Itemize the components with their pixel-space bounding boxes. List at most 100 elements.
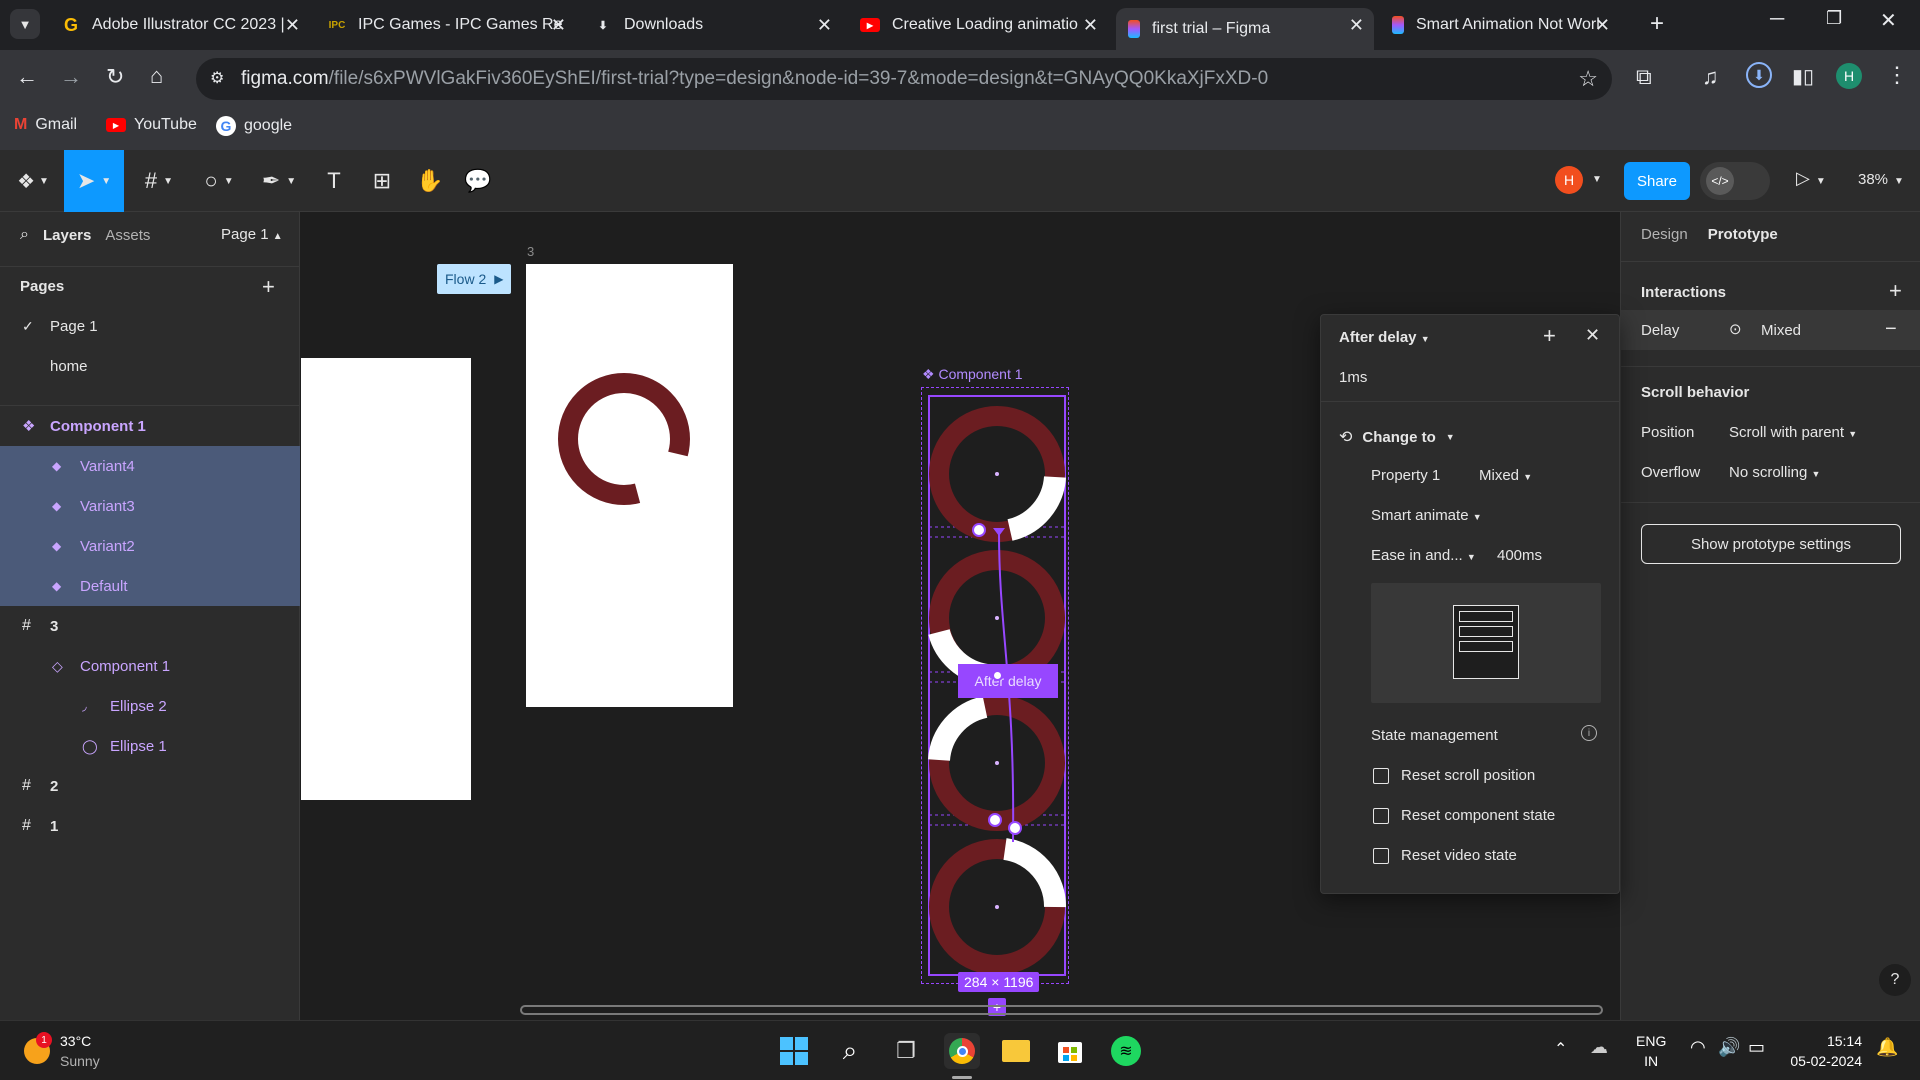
new-tab-button[interactable]: +: [1650, 10, 1664, 38]
info-icon[interactable]: i: [1581, 725, 1597, 741]
tab-search-button[interactable]: ▼: [10, 9, 40, 39]
profile-avatar[interactable]: H: [1836, 63, 1862, 89]
property-select[interactable]: Mixed ▼: [1479, 467, 1532, 484]
tray-overflow-icon[interactable]: ⌃: [1554, 1039, 1567, 1059]
browser-tab[interactable]: IPC IPC Games - IPC Games Re ✕: [316, 8, 576, 42]
volume-icon[interactable]: 🔊: [1718, 1037, 1740, 1058]
add-interaction-icon[interactable]: +: [1889, 278, 1902, 304]
microsoft-store-icon[interactable]: [1052, 1033, 1088, 1069]
layer-ellipse[interactable]: ◞ Ellipse 2: [0, 686, 300, 726]
resources-tool-button[interactable]: ⊞: [362, 150, 402, 212]
tab-layers[interactable]: Layers: [43, 227, 91, 244]
site-info-icon[interactable]: ⚙: [210, 68, 224, 88]
add-page-icon[interactable]: +: [262, 274, 275, 300]
action-select[interactable]: ⟲ Change to ▼: [1339, 427, 1455, 447]
frame-2[interactable]: [301, 358, 471, 800]
media-controls-icon[interactable]: ♫: [1702, 64, 1719, 90]
checkbox[interactable]: [1373, 807, 1389, 824]
zoom-select[interactable]: 38% ▼: [1858, 171, 1904, 188]
tab-design[interactable]: Design: [1641, 226, 1688, 243]
move-tool-button[interactable]: ➤ ▼: [64, 150, 124, 212]
frame-3[interactable]: [526, 264, 733, 707]
layer-variant[interactable]: ◆ Variant2: [0, 526, 300, 566]
download-status-icon[interactable]: ⬇: [1746, 62, 1772, 88]
chevron-down-icon[interactable]: ▼: [1592, 174, 1602, 185]
trigger-select[interactable]: After delay ▼: [1339, 329, 1430, 346]
minimize-button[interactable]: ─: [1770, 8, 1784, 31]
menu-kebab-icon[interactable]: ⋮: [1886, 62, 1908, 88]
chrome-icon[interactable]: [944, 1033, 980, 1069]
close-icon[interactable]: ✕: [1595, 15, 1610, 36]
bookmark-youtube[interactable]: ▶ YouTube: [106, 116, 197, 134]
close-window-button[interactable]: ✕: [1880, 8, 1897, 33]
animation-select[interactable]: Smart animate ▼: [1371, 507, 1482, 524]
component-set-label[interactable]: ❖ Component 1: [922, 366, 1023, 383]
weather-widget[interactable]: 1 33°C Sunny: [24, 1031, 100, 1071]
position-select[interactable]: Scroll with parent ▼: [1729, 424, 1857, 441]
remove-interaction-icon[interactable]: −: [1885, 318, 1897, 341]
user-avatar[interactable]: H: [1555, 166, 1583, 194]
back-icon[interactable]: ←: [16, 64, 38, 90]
layer-frame[interactable]: # 1: [0, 806, 300, 846]
layer-frame[interactable]: # 3: [0, 606, 300, 646]
show-prototype-settings-button[interactable]: Show prototype settings: [1641, 524, 1901, 564]
checkbox[interactable]: [1373, 767, 1389, 784]
page-item[interactable]: ✓ Page 1: [0, 306, 300, 346]
reload-icon[interactable]: ↻: [106, 64, 124, 90]
layer-variant[interactable]: ◆ Variant3: [0, 486, 300, 526]
language-indicator[interactable]: ENG IN: [1636, 1031, 1666, 1071]
browser-tab[interactable]: G Adobe Illustrator CC 2023 | ✕: [50, 8, 310, 42]
file-explorer-icon[interactable]: [998, 1033, 1034, 1069]
layer-instance[interactable]: ◇ Component 1: [0, 646, 300, 686]
reset-scroll-checkbox[interactable]: Reset scroll position: [1373, 767, 1535, 784]
close-icon[interactable]: ✕: [1585, 325, 1600, 346]
duration-input[interactable]: 400ms: [1497, 547, 1542, 564]
browser-tab-active[interactable]: first trial – Figma ✕: [1116, 8, 1374, 50]
share-button[interactable]: Share: [1624, 162, 1690, 200]
reset-video-checkbox[interactable]: Reset video state: [1373, 847, 1517, 864]
extensions-icon[interactable]: ⧉: [1636, 64, 1652, 90]
browser-tab[interactable]: ▶ Creative Loading animatio ✕: [848, 8, 1108, 42]
layer-frame[interactable]: # 2: [0, 766, 300, 806]
checkbox[interactable]: [1373, 847, 1389, 864]
onedrive-icon[interactable]: ☁: [1590, 1037, 1608, 1058]
forward-icon[interactable]: →: [60, 64, 82, 90]
close-icon[interactable]: ✕: [551, 15, 566, 36]
address-bar[interactable]: ⚙ figma.com/file/s6xPWVlGakFiv360EyShEI/…: [196, 58, 1612, 100]
flow-starting-point[interactable]: Flow 2 ▶: [437, 264, 512, 294]
easing-select[interactable]: Ease in and... ▼: [1371, 547, 1476, 564]
page-select[interactable]: Page 1 ▲: [221, 226, 283, 243]
text-tool-button[interactable]: T: [314, 150, 354, 212]
bookmark-google[interactable]: G google: [216, 116, 292, 136]
present-button[interactable]: ▷ ▼: [1796, 168, 1826, 189]
clock[interactable]: 15:14 05-02-2024: [1790, 1031, 1862, 1071]
start-button[interactable]: [776, 1033, 812, 1069]
bookmark-gmail[interactable]: M Gmail: [14, 116, 77, 134]
shape-tool-button[interactable]: ○ ▼: [194, 150, 244, 212]
bookmark-star-icon[interactable]: ☆: [1578, 66, 1598, 92]
close-icon[interactable]: ✕: [285, 15, 300, 36]
close-icon[interactable]: ✕: [1349, 15, 1364, 36]
horizontal-scrollbar[interactable]: [520, 1005, 1603, 1015]
play-flow-icon[interactable]: ▶: [494, 272, 503, 286]
search-icon[interactable]: ⌕: [20, 226, 29, 244]
browser-tab[interactable]: Smart Animation Not Worl ✕: [1380, 8, 1620, 42]
page-item[interactable]: home: [0, 346, 300, 386]
layer-component-set[interactable]: ❖ Component 1: [0, 406, 300, 446]
comment-tool-button[interactable]: 💬: [458, 150, 498, 212]
restore-button[interactable]: ❐: [1826, 8, 1842, 29]
overflow-select[interactable]: No scrolling ▼: [1729, 464, 1820, 481]
home-icon[interactable]: ⌂: [150, 63, 163, 89]
pen-tool-button[interactable]: ✒ ▼: [254, 150, 304, 212]
help-button[interactable]: ?: [1879, 964, 1911, 996]
browser-tab[interactable]: ⬇ Downloads ✕: [582, 8, 842, 42]
close-icon[interactable]: ✕: [817, 15, 832, 36]
add-action-icon[interactable]: +: [1543, 323, 1556, 349]
close-icon[interactable]: ✕: [1083, 15, 1098, 36]
spotify-icon[interactable]: ≋: [1108, 1033, 1144, 1069]
layer-variant[interactable]: ◆ Default: [0, 566, 300, 606]
tab-prototype[interactable]: Prototype: [1708, 226, 1778, 243]
main-menu-button[interactable]: ❖ ▼: [8, 150, 58, 212]
task-view-icon[interactable]: ❐: [888, 1033, 924, 1069]
notification-bell-icon[interactable]: 🔔: [1876, 1037, 1898, 1058]
